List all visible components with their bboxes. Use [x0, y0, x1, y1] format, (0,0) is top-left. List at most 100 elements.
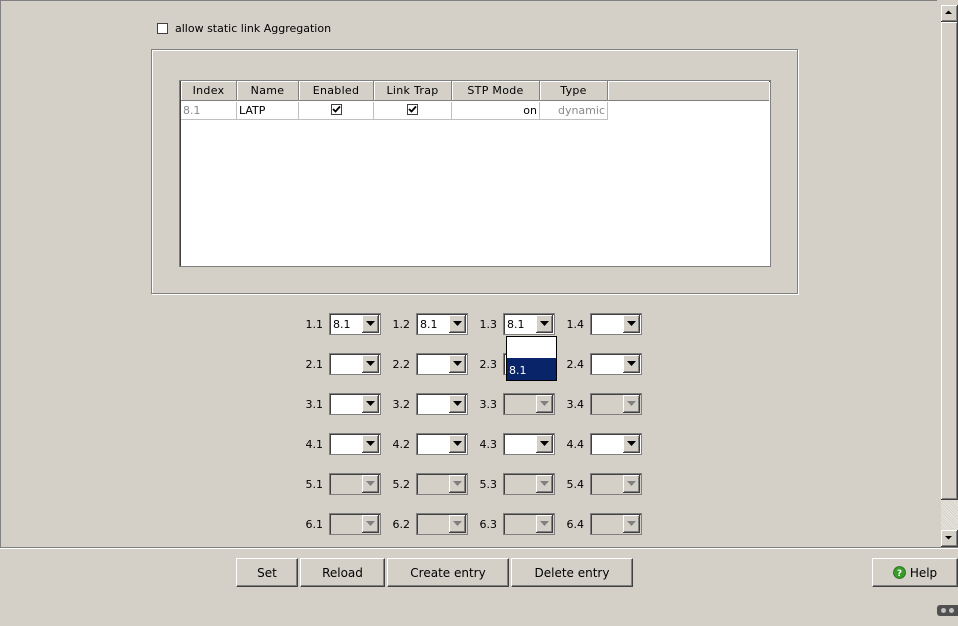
help-icon: ? — [892, 566, 906, 579]
dropdown-button[interactable] — [623, 355, 640, 373]
vertical-scrollbar[interactable] — [941, 5, 958, 547]
table-row-index[interactable]: 8.1 — [181, 102, 237, 120]
link-trap-checkbox[interactable] — [407, 104, 418, 115]
col-header-name[interactable]: Name — [237, 81, 299, 101]
port-4-1-select[interactable] — [329, 433, 381, 455]
delete-entry-button[interactable]: Delete entry — [511, 558, 633, 587]
port-4-3-select[interactable] — [503, 433, 555, 455]
connection-status-icon — [937, 605, 958, 616]
dropdown-button — [362, 515, 379, 533]
port-label-5-3: 5.3 — [479, 478, 498, 491]
chevron-down-icon — [366, 481, 375, 486]
port-4-4-select[interactable] — [590, 433, 642, 455]
dropdown-button[interactable] — [362, 395, 379, 413]
dropdown-button — [362, 475, 379, 493]
dropdown-button[interactable] — [449, 315, 466, 333]
table-row-type[interactable]: dynamic — [540, 102, 608, 120]
create-entry-button[interactable]: Create entry — [387, 558, 509, 587]
port-label-4-2: 4.2 — [392, 438, 411, 451]
port-label-5-1: 5.1 — [305, 478, 324, 491]
footer-separator — [0, 547, 958, 549]
dropdown-button — [623, 515, 640, 533]
scroll-thumb[interactable] — [941, 22, 958, 500]
port-5-4-select — [590, 473, 642, 495]
dropdown-option-selected[interactable]: 8.1 — [507, 358, 556, 380]
reload-button[interactable]: Reload — [300, 558, 385, 587]
chevron-down-icon — [627, 321, 636, 326]
port-label-1-2: 1.2 — [392, 318, 411, 331]
port-select-value: 8.1 — [507, 318, 525, 331]
col-header-filler — [608, 81, 769, 101]
dropdown-button[interactable] — [623, 315, 640, 333]
port-6-3-select — [503, 513, 555, 535]
col-header-type[interactable]: Type — [540, 81, 608, 101]
port-label-5-2: 5.2 — [392, 478, 411, 491]
dropdown-button[interactable] — [449, 395, 466, 413]
chevron-down-icon — [540, 441, 549, 446]
port-2-2-select[interactable] — [416, 353, 468, 375]
dropdown-button[interactable] — [449, 435, 466, 453]
port-6-2-select — [416, 513, 468, 535]
allow-static-aggregation-label: allow static link Aggregation — [175, 22, 332, 35]
dropdown-button — [449, 475, 466, 493]
port-label-2-1: 2.1 — [305, 358, 324, 371]
dropdown-button[interactable] — [362, 355, 379, 373]
port-3-1-select[interactable] — [329, 393, 381, 415]
col-header-enabled[interactable]: Enabled — [299, 81, 374, 101]
port-1-3-select[interactable]: 8.1 — [503, 313, 555, 335]
scroll-down-button[interactable] — [941, 530, 958, 547]
table-row-enabled[interactable] — [299, 102, 374, 120]
chevron-down-icon — [366, 441, 375, 446]
chevron-down-icon — [627, 521, 636, 526]
dropdown-button[interactable] — [536, 435, 553, 453]
chevron-down-icon — [540, 521, 549, 526]
port-1-4-select[interactable] — [590, 313, 642, 335]
help-button[interactable]: ? Help — [872, 558, 958, 587]
chevron-down-icon — [453, 401, 462, 406]
port-1-1-select[interactable]: 8.1 — [329, 313, 381, 335]
dropdown-button[interactable] — [623, 435, 640, 453]
dropdown-button[interactable] — [536, 315, 553, 333]
port-6-1-select — [329, 513, 381, 535]
dropdown-button[interactable] — [362, 435, 379, 453]
dropdown-button[interactable] — [362, 315, 379, 333]
chevron-down-icon — [627, 361, 636, 366]
port-label-4-3: 4.3 — [479, 438, 498, 451]
port-1-2-select[interactable]: 8.1 — [416, 313, 468, 335]
port-1-3-dropdown-list[interactable]: 8.1 — [506, 336, 557, 381]
col-header-stp-mode[interactable]: STP Mode — [452, 81, 540, 101]
port-4-2-select[interactable] — [416, 433, 468, 455]
port-label-6-3: 6.3 — [479, 518, 498, 531]
scroll-track[interactable] — [941, 500, 958, 530]
chevron-down-icon — [453, 441, 462, 446]
chevron-down-icon — [453, 521, 462, 526]
allow-static-aggregation-checkbox[interactable] — [157, 23, 168, 34]
enabled-checkbox[interactable] — [330, 104, 342, 115]
dropdown-button — [536, 515, 553, 533]
table-row-name[interactable]: LATP — [237, 102, 299, 120]
arrow-down-icon — [945, 536, 952, 540]
port-2-4-select[interactable] — [590, 353, 642, 375]
dropdown-button — [536, 475, 553, 493]
port-select-value: 8.1 — [420, 318, 438, 331]
port-6-4-select — [590, 513, 642, 535]
dropdown-button[interactable] — [449, 355, 466, 373]
set-button[interactable]: Set — [236, 558, 298, 587]
chevron-down-icon — [366, 321, 375, 326]
table-row-link-trap[interactable] — [374, 102, 452, 120]
port-3-2-select[interactable] — [416, 393, 468, 415]
col-header-index[interactable]: Index — [181, 81, 237, 101]
port-label-4-1: 4.1 — [305, 438, 324, 451]
help-label: Help — [909, 565, 938, 580]
arrow-up-icon — [945, 10, 952, 14]
svg-text:?: ? — [897, 569, 902, 579]
scroll-up-button[interactable] — [941, 5, 958, 22]
port-label-6-1: 6.1 — [305, 518, 324, 531]
chevron-down-icon — [453, 481, 462, 486]
dropdown-option-empty[interactable] — [507, 337, 556, 359]
col-header-link-trap[interactable]: Link Trap — [374, 81, 452, 101]
chevron-down-icon — [366, 521, 375, 526]
chevron-down-icon — [540, 401, 549, 406]
table-row-stp-mode[interactable]: on — [452, 102, 540, 120]
port-2-1-select[interactable] — [329, 353, 381, 375]
